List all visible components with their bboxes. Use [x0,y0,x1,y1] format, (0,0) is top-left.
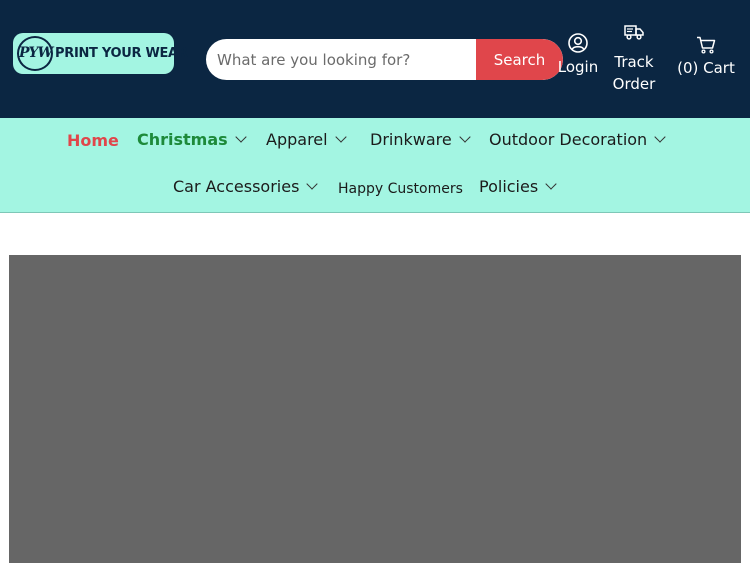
chevron-down-icon [545,178,557,190]
nav-christmas-label: Christmas [137,130,228,149]
nav-christmas[interactable]: Christmas [137,129,247,151]
nav-car-label: Car Accessories [173,177,300,196]
chevron-down-icon [306,178,319,190]
truck-icon [624,25,644,40]
main-nav: Home Christmas Apparel Drinkware Outdoor… [0,118,750,213]
chevron-down-icon [654,131,666,143]
cart-icon [697,36,716,54]
search-button[interactable]: Search [476,39,563,80]
search-input[interactable] [206,39,476,80]
nav-home[interactable]: Home [67,130,119,152]
track-order-link[interactable]: Track Order [608,23,660,95]
chevron-down-icon [235,131,247,143]
nav-policies[interactable]: Policies [479,176,557,198]
nav-drinkware-label: Drinkware [370,130,452,149]
user-circle-icon [568,33,588,53]
site-logo[interactable]: PYW PRINT YOUR WEAR [13,33,188,74]
hero-banner[interactable] [9,255,741,563]
nav-outdoor-decoration[interactable]: Outdoor Decoration [489,129,666,151]
logo-text: PRINT YOUR WEAR [55,46,188,61]
logo-mark-icon: PYW [17,36,53,71]
nav-happy-customers[interactable]: Happy Customers [338,178,463,200]
search-bar: Search [206,39,563,80]
cart-link[interactable]: (0) Cart [674,36,738,76]
nav-happy-label: Happy Customers [338,181,463,197]
site-header: PYW PRINT YOUR WEAR Search Login Track O… [0,0,750,118]
nav-home-label: Home [67,131,119,150]
nav-apparel[interactable]: Apparel [266,129,347,151]
chevron-down-icon [334,131,347,143]
cart-label: (0) Cart [677,59,735,77]
login-label: Login [557,58,599,76]
nav-drinkware[interactable]: Drinkware [370,129,471,151]
track-label-2: Order [612,75,656,93]
login-link[interactable]: Login [556,33,600,75]
track-label-1: Track [614,53,654,71]
nav-policies-label: Policies [479,177,539,196]
nav-apparel-label: Apparel [266,130,328,149]
nav-car-accessories[interactable]: Car Accessories [173,176,319,198]
chevron-down-icon [459,131,471,143]
nav-outdoor-label: Outdoor Decoration [489,130,648,149]
